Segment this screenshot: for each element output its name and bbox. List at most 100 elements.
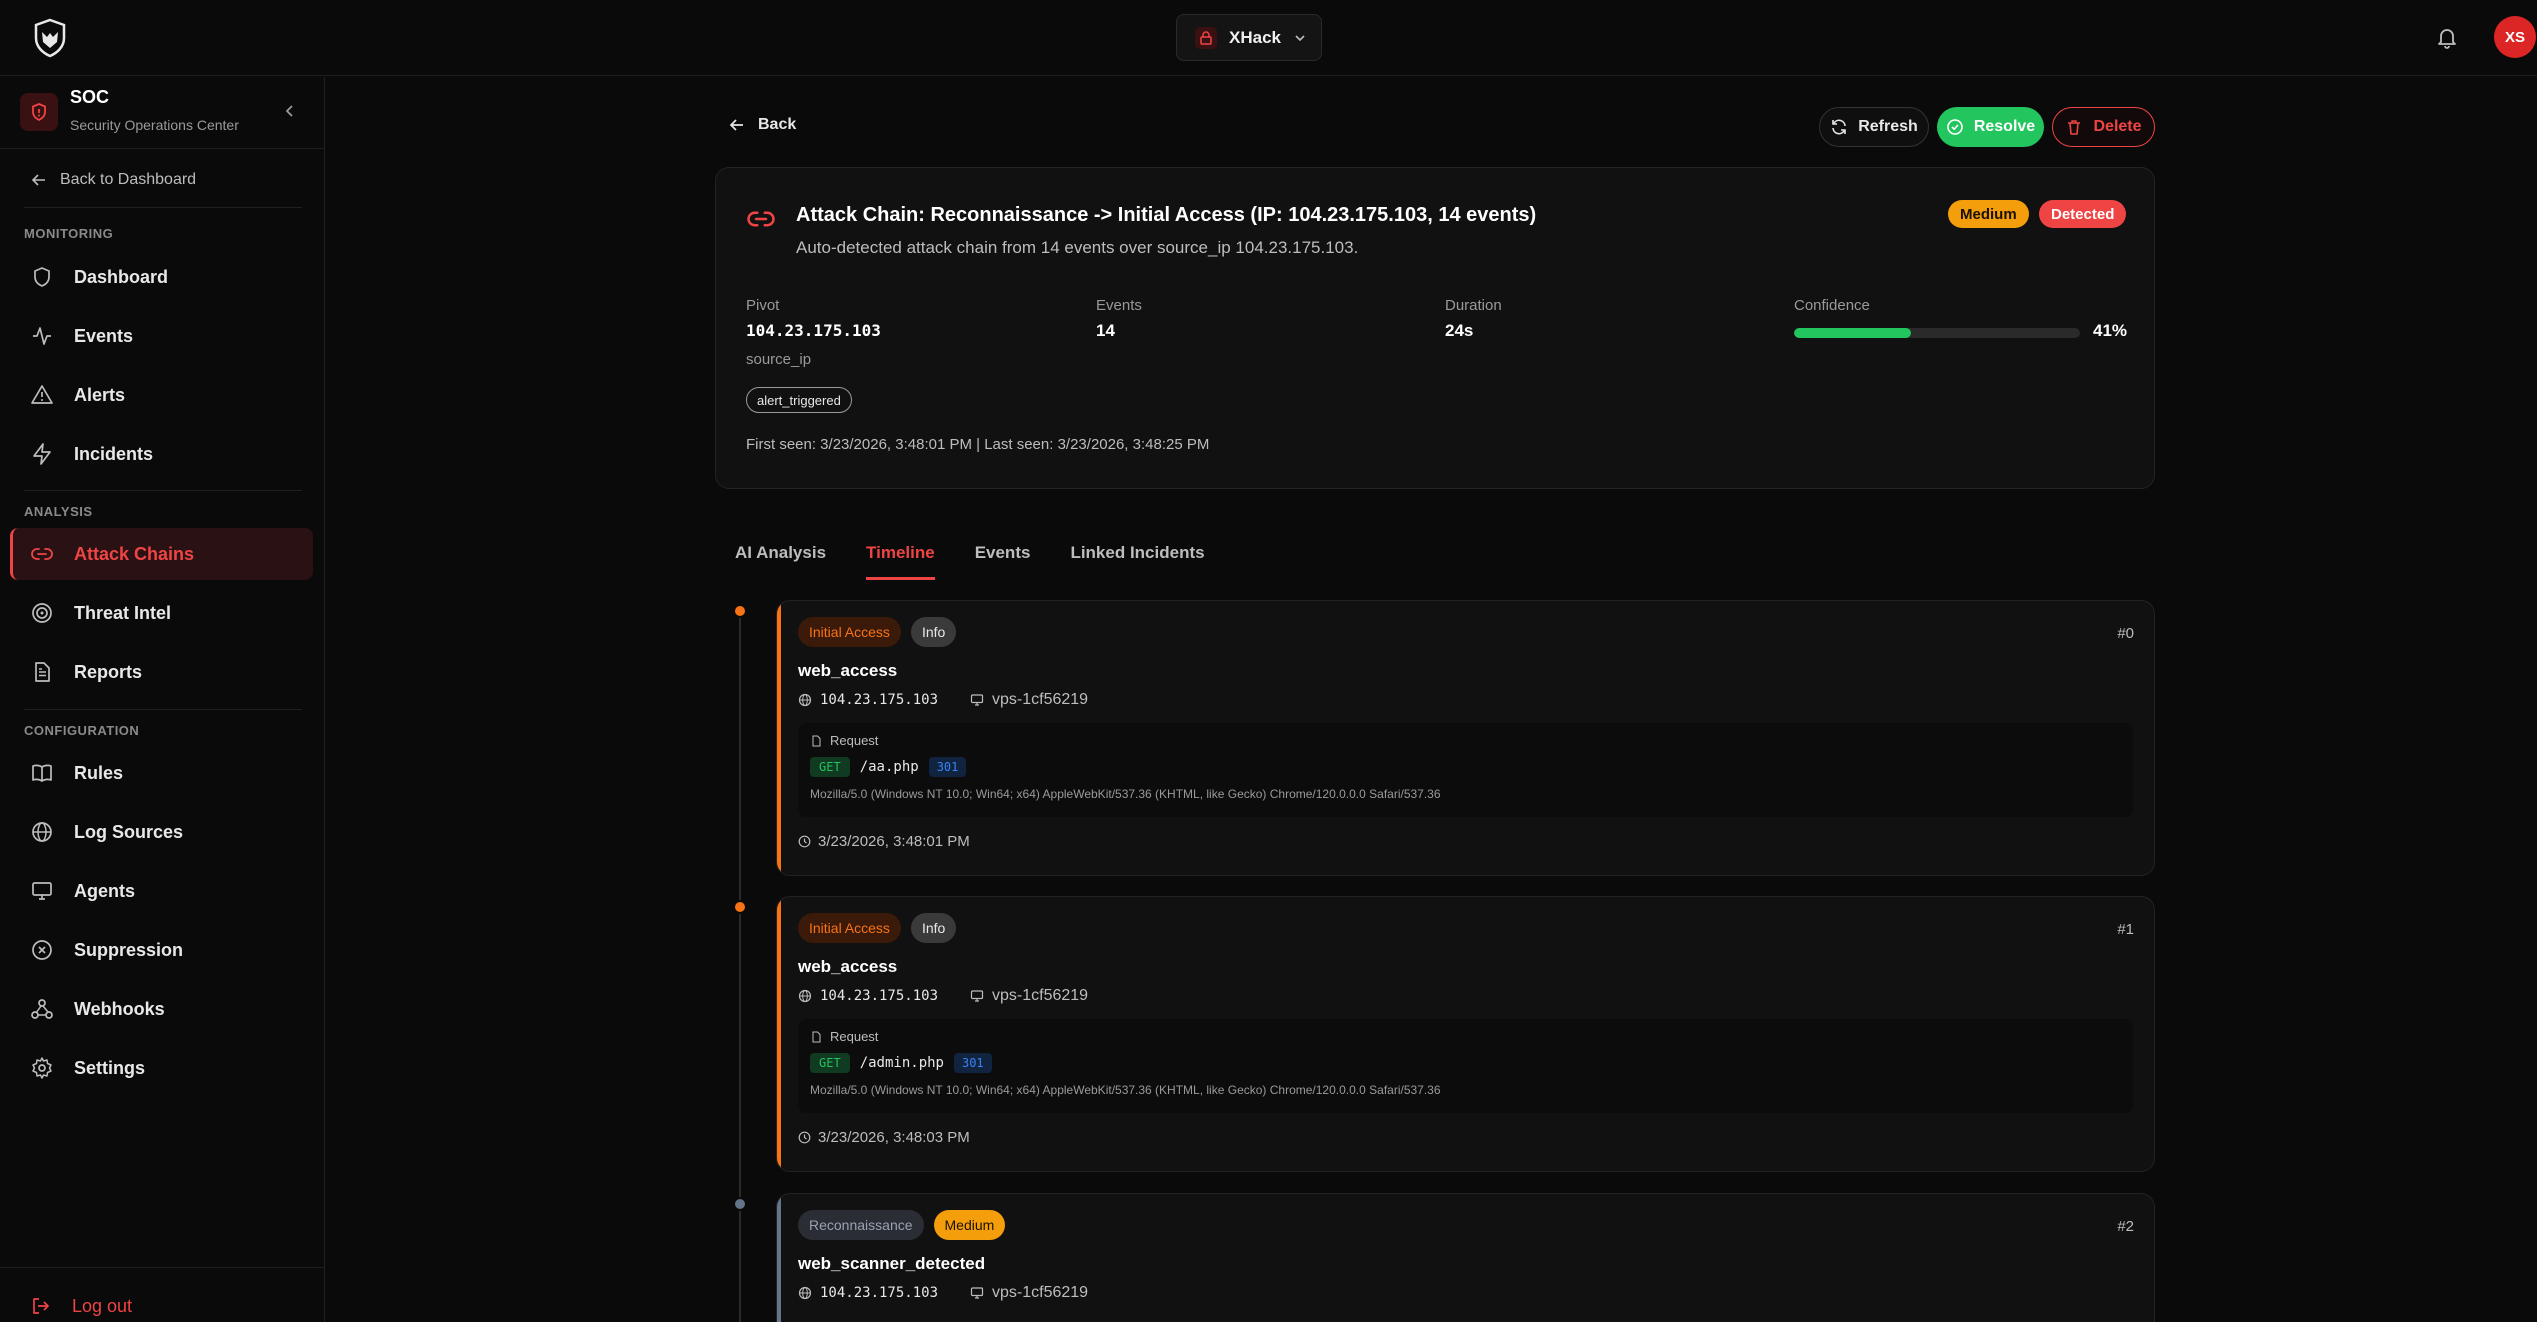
event-name: web_access — [798, 957, 898, 976]
event-host: vps-1cf56219 — [970, 1284, 1088, 1302]
refresh-label: Refresh — [1858, 118, 1918, 135]
event-accent-bar — [777, 897, 781, 1171]
sidebar-item-label: Rules — [74, 762, 124, 783]
tab-timeline[interactable]: Timeline — [846, 525, 955, 580]
monitor-icon — [970, 989, 984, 1003]
sidebar-item-log-sources[interactable]: Log Sources — [10, 806, 313, 858]
sidebar-item-settings[interactable]: Settings — [10, 1042, 313, 1094]
timeline-dot — [733, 900, 747, 914]
clock-icon — [798, 1131, 811, 1144]
http-status-badge: 301 — [928, 757, 967, 777]
resolve-button[interactable]: Resolve — [1937, 107, 2044, 147]
logout-button[interactable]: Log out — [30, 1295, 132, 1317]
sidebar-item-incidents[interactable]: Incidents — [10, 428, 313, 480]
severity-badge: Info — [910, 617, 957, 647]
user-avatar[interactable]: XS — [2494, 16, 2536, 58]
notifications-bell-icon[interactable] — [2434, 24, 2460, 50]
tag-badge: alert_triggered — [746, 387, 852, 413]
pivot-value: 104.23.175.103 — [746, 321, 881, 340]
divider — [24, 207, 302, 208]
duration-label: Duration — [1445, 297, 1502, 314]
request-panel: Request GET /admin.php 301 Mozilla/5.0 (… — [798, 1019, 2133, 1113]
book-icon — [30, 761, 54, 785]
pivot-label: Pivot — [746, 297, 780, 314]
sidebar-header: SOC Security Operations Center — [0, 77, 325, 149]
section-analysis: ANALYSIS — [24, 504, 93, 519]
tab-ai-analysis[interactable]: AI Analysis — [715, 525, 846, 580]
event-index: #1 — [2117, 921, 2134, 938]
sidebar-item-label: Webhooks — [74, 998, 165, 1019]
globe-icon — [798, 693, 812, 707]
event-ip: 104.23.175.103 — [820, 988, 939, 1004]
tab-events[interactable]: Events — [955, 525, 1051, 580]
globe-icon — [798, 1286, 812, 1300]
sidebar-item-label: Reports — [74, 661, 143, 682]
sidebar-item-label: Agents — [74, 880, 136, 901]
refresh-button[interactable]: Refresh — [1819, 107, 1929, 147]
event-name: web_scanner_detected — [798, 1254, 986, 1273]
app-logo-icon[interactable] — [28, 16, 72, 60]
sidebar-item-suppression[interactable]: Suppression — [10, 924, 313, 976]
detail-tabs: AI Analysis Timeline Events Linked Incid… — [715, 525, 1225, 580]
severity-badge: Medium — [1948, 200, 2029, 228]
clock-icon — [798, 835, 811, 848]
sidebar-item-label: Dashboard — [74, 266, 169, 287]
severity-badge: Medium — [933, 1210, 1006, 1240]
events-label: Events — [1096, 297, 1142, 314]
status-badge: Detected — [2039, 200, 2127, 228]
warning-triangle-icon — [30, 383, 54, 407]
divider — [24, 490, 302, 491]
workspace-switcher[interactable]: XHack — [1176, 14, 1322, 61]
sidebar: SOC Security Operations Center Back to D… — [0, 77, 325, 1322]
chevron-down-icon — [1293, 31, 1307, 45]
link-icon — [30, 542, 54, 566]
sidebar-item-rules[interactable]: Rules — [10, 747, 313, 799]
attack-chain-summary-card: Attack Chain: Reconnaissance -> Initial … — [715, 167, 2155, 489]
shield-alert-icon — [20, 93, 58, 131]
user-agent: Mozilla/5.0 (Windows NT 10.0; Win64; x64… — [810, 787, 1441, 801]
sidebar-item-alerts[interactable]: Alerts — [10, 369, 313, 421]
request-panel: Request GET /aa.php 301 Mozilla/5.0 (Win… — [798, 723, 2133, 817]
event-host: vps-1cf56219 — [970, 987, 1088, 1005]
collapse-sidebar-icon[interactable] — [280, 101, 300, 121]
tab-linked-incidents[interactable]: Linked Incidents — [1050, 525, 1224, 580]
event-accent-bar — [777, 1194, 781, 1322]
section-configuration: CONFIGURATION — [24, 723, 140, 738]
sidebar-item-label: Attack Chains — [74, 543, 195, 564]
check-circle-icon — [1946, 118, 1964, 136]
timeline-event-card[interactable]: Initial Access Info #1 web_access 104.23… — [776, 896, 2155, 1172]
event-time: 3/23/2026, 3:48:03 PM — [818, 1129, 970, 1146]
back-to-dashboard-label: Back to Dashboard — [60, 171, 197, 188]
back-to-dashboard-link[interactable]: Back to Dashboard — [30, 171, 196, 189]
lightning-icon — [30, 442, 54, 466]
webhook-icon — [30, 997, 54, 1021]
sidebar-item-threat-intel[interactable]: Threat Intel — [10, 587, 313, 639]
section-monitoring: MONITORING — [24, 226, 114, 241]
sidebar-item-events[interactable]: Events — [10, 310, 313, 362]
back-button[interactable]: Back — [728, 116, 796, 134]
confidence-label: Confidence — [1794, 297, 1870, 314]
tactic-badge: Reconnaissance — [798, 1210, 924, 1240]
sidebar-item-dashboard[interactable]: Dashboard — [10, 251, 313, 303]
arrow-left-icon — [30, 171, 48, 189]
event-accent-bar — [777, 601, 781, 875]
globe-icon — [798, 989, 812, 1003]
timeline-event-card[interactable]: Reconnaissance Medium #2 web_scanner_det… — [776, 1193, 2155, 1322]
sidebar-item-webhooks[interactable]: Webhooks — [10, 983, 313, 1035]
request-label: Request — [830, 1029, 879, 1044]
divider — [0, 1267, 325, 1268]
sidebar-item-agents[interactable]: Agents — [10, 865, 313, 917]
sidebar-item-label: Threat Intel — [74, 602, 172, 623]
delete-button[interactable]: Delete — [2052, 107, 2155, 147]
sidebar-item-reports[interactable]: Reports — [10, 646, 313, 698]
sidebar-item-attack-chains[interactable]: Attack Chains — [10, 528, 313, 580]
delete-label: Delete — [2093, 118, 2142, 135]
http-status-badge: 301 — [953, 1053, 992, 1073]
top-bar: XHack XS — [0, 0, 2537, 76]
arrow-left-icon — [728, 116, 746, 134]
target-icon — [30, 601, 54, 625]
gear-icon — [30, 1056, 54, 1080]
timeline-event-card[interactable]: Initial Access Info #0 web_access 104.23… — [776, 600, 2155, 876]
logout-icon — [30, 1295, 52, 1317]
back-label: Back — [758, 116, 797, 133]
